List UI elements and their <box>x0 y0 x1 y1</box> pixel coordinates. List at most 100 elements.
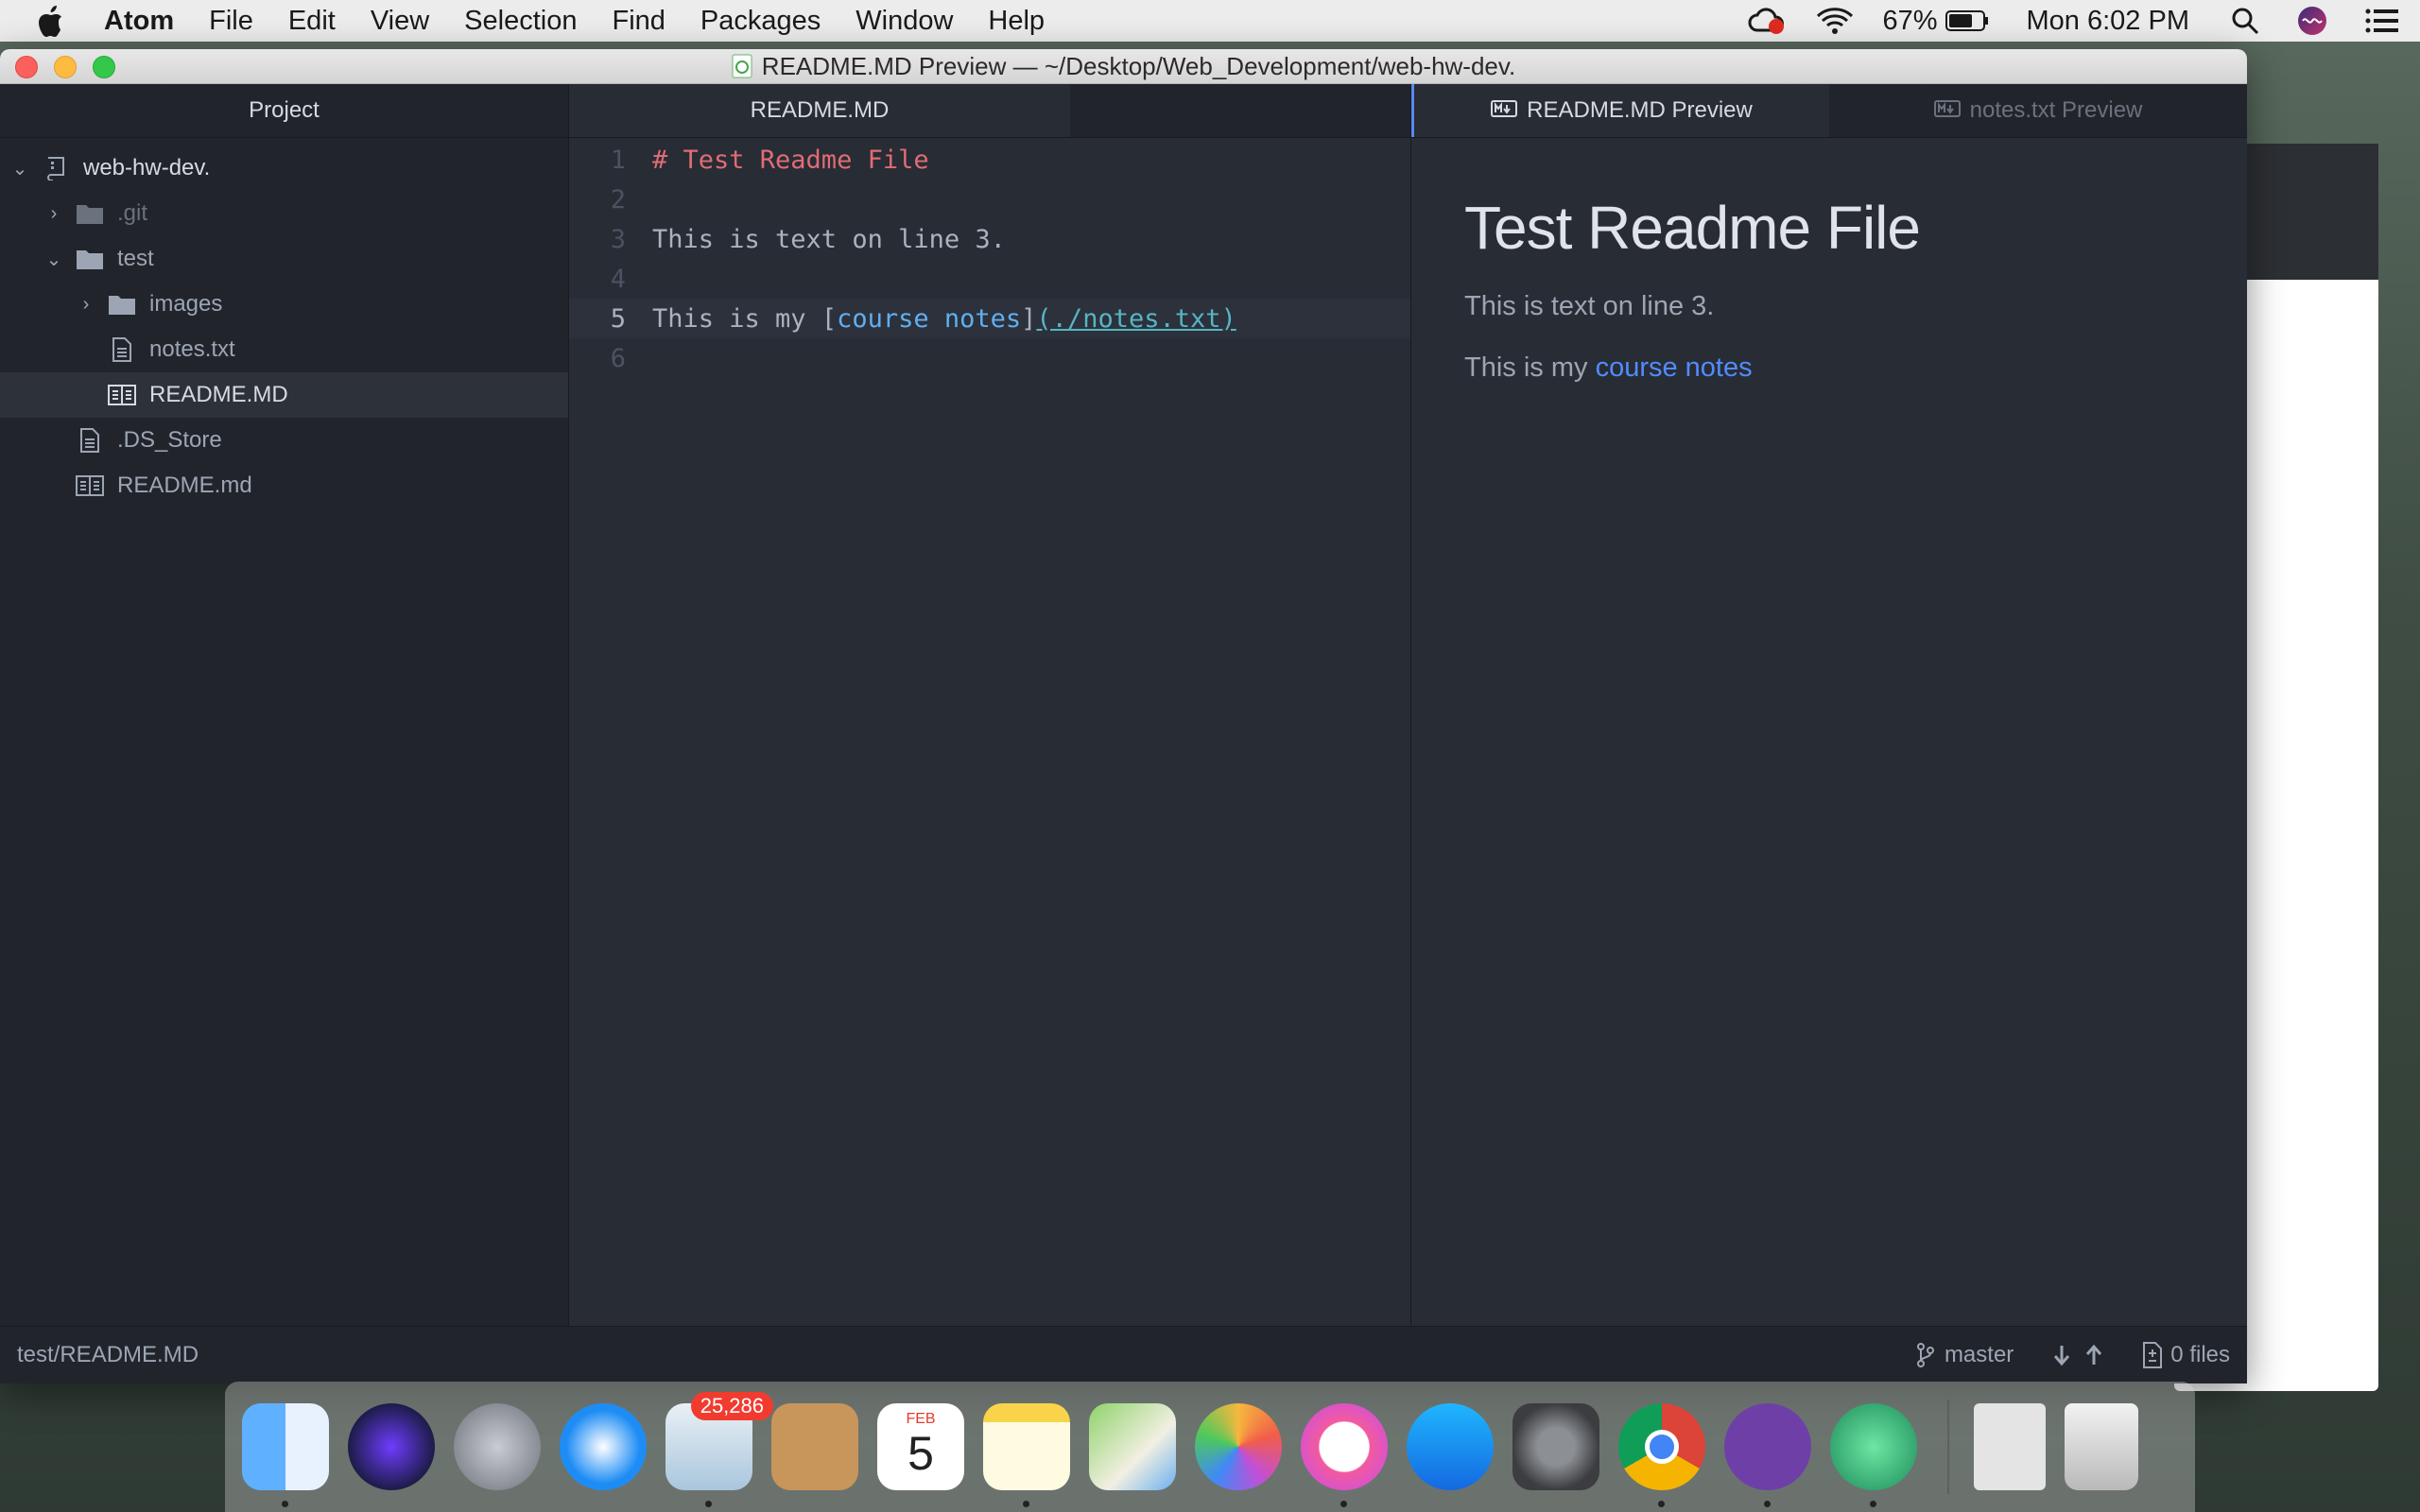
menu-bar: Atom File Edit View Selection Find Packa… <box>0 0 2420 42</box>
code-editor[interactable]: 1 # Test Readme File 2 3 This is text on… <box>569 138 1410 378</box>
tree-item-readme-selected[interactable]: README.MD <box>0 372 568 418</box>
folder-icon <box>76 201 104 226</box>
chevron-right-icon: › <box>50 202 58 224</box>
atom-icon[interactable] <box>1830 1403 1917 1507</box>
maps-icon[interactable] <box>1089 1403 1176 1490</box>
markdown-icon <box>1933 97 1961 124</box>
tree-item-images-folder[interactable]: › images <box>0 282 568 327</box>
tree-root-folder[interactable]: ⌄ web-hw-dev. <box>0 146 568 191</box>
menu-view[interactable]: View <box>371 6 429 37</box>
safari-icon[interactable] <box>560 1403 647 1490</box>
menu-app-name[interactable]: Atom <box>104 6 174 37</box>
project-tree-view: Project ⌄ web-hw-dev. › .git ⌄ test › im… <box>0 84 569 1327</box>
tree-item-label: .DS_Store <box>117 427 222 453</box>
git-fetch-pull-icon[interactable] <box>2051 1344 2072 1366</box>
markdown-icon <box>1491 97 1518 124</box>
code-bracket: [ <box>821 303 838 334</box>
spotlight-search-icon[interactable] <box>2231 7 2259 35</box>
github-desktop-icon[interactable] <box>1724 1403 1811 1507</box>
photos-icon[interactable] <box>1195 1403 1282 1490</box>
menu-find[interactable]: Find <box>612 6 665 37</box>
git-branch-label: master <box>1944 1342 2014 1367</box>
itunes-icon[interactable] <box>1301 1403 1388 1507</box>
running-indicator <box>1764 1501 1771 1507</box>
code-text: # Test Readme File <box>652 145 929 175</box>
menubar-clock[interactable]: Mon 6:02 PM <box>2027 6 2189 37</box>
folder-icon <box>76 247 104 271</box>
folder-icon <box>108 292 136 317</box>
code-line[interactable]: 1 # Test Readme File <box>569 140 1410 180</box>
downloads-stack-icon[interactable] <box>1974 1403 2046 1490</box>
tree-item-ds-store-file[interactable]: .DS_Store <box>0 418 568 463</box>
menu-selection[interactable]: Selection <box>464 6 577 37</box>
book-file-icon <box>108 383 136 407</box>
apple-menu-icon[interactable] <box>36 5 78 37</box>
tree-item-notes-file[interactable]: notes.txt <box>0 327 568 372</box>
editor-pane: README.MD 1 # Test Readme File 2 3 This … <box>569 84 1411 1327</box>
code-line[interactable]: 2 <box>569 180 1410 219</box>
tab-label: README.MD Preview <box>1527 97 1753 123</box>
tree-item-label: images <box>149 291 223 317</box>
creative-cloud-icon[interactable] <box>1748 6 1788 36</box>
chevron-right-icon: › <box>82 293 90 315</box>
tree-item-test-folder[interactable]: ⌄ test <box>0 236 568 282</box>
app-store-icon[interactable] <box>1407 1403 1494 1490</box>
line-number: 1 <box>610 145 626 175</box>
menu-edit[interactable]: Edit <box>288 6 336 37</box>
contacts-icon[interactable] <box>771 1403 858 1490</box>
tab-readme-preview[interactable]: README.MD Preview <box>1411 84 1829 137</box>
window-titlebar: README.MD Preview — ~/Desktop/Web_Develo… <box>0 49 2247 84</box>
status-right: master 0 files <box>1893 1342 2230 1368</box>
code-line[interactable]: 4 <box>569 259 1410 299</box>
minimize-window-button[interactable] <box>54 56 77 78</box>
chrome-icon[interactable] <box>1618 1403 1705 1507</box>
tree-view-header: Project <box>0 84 568 138</box>
chrome-center <box>1645 1430 1679 1464</box>
zoom-window-button[interactable] <box>93 56 115 78</box>
running-indicator <box>1340 1501 1347 1507</box>
running-indicator <box>1023 1501 1029 1507</box>
atom-window: README.MD Preview — ~/Desktop/Web_Develo… <box>0 49 2247 1383</box>
git-push-icon[interactable] <box>2083 1344 2104 1366</box>
notification-center-icon[interactable] <box>2365 8 2399 34</box>
siri-icon[interactable] <box>2297 6 2327 36</box>
dock-separator <box>1947 1400 1949 1494</box>
tree-item-git[interactable]: › .git <box>0 191 568 236</box>
trash-icon[interactable] <box>2065 1403 2138 1490</box>
status-file-path[interactable]: test/README.MD <box>17 1342 199 1368</box>
menu-window[interactable]: Window <box>856 6 953 37</box>
course-notes-link[interactable]: course notes <box>1596 352 1753 383</box>
document-proxy-icon[interactable] <box>732 54 752 78</box>
preview-paragraph-link: This is my course notes <box>1464 352 2194 384</box>
code-text: This is text on line 3. <box>652 224 1006 254</box>
tab-label: README.MD <box>750 97 890 123</box>
battery-percent[interactable]: 67% <box>1882 6 1937 37</box>
tab-notes-preview[interactable]: notes.txt Preview <box>1829 84 2247 137</box>
launchpad-icon[interactable] <box>454 1403 541 1490</box>
menu-help[interactable]: Help <box>988 6 1045 37</box>
close-window-button[interactable] <box>15 56 38 78</box>
tab-readme-md[interactable]: README.MD <box>569 84 1070 137</box>
wifi-icon[interactable] <box>1816 7 1854 35</box>
battery-icon[interactable] <box>1945 9 1989 32</box>
siri-dock-icon[interactable] <box>348 1403 435 1490</box>
menu-file[interactable]: File <box>209 6 253 37</box>
notes-icon[interactable] <box>983 1403 1070 1507</box>
code-line[interactable]: 6 <box>569 338 1410 378</box>
mail-icon[interactable]: 25,286 <box>666 1392 773 1507</box>
github-files-indicator[interactable]: 0 files <box>2142 1342 2230 1368</box>
line-number: 3 <box>610 224 626 254</box>
code-line-current[interactable]: 5 This is my [course notes] (./notes.txt) <box>569 299 1410 338</box>
line-number: 6 <box>610 343 626 373</box>
preview-content: Test Readme File This is text on line 3.… <box>1411 138 2247 469</box>
finder-icon[interactable] <box>242 1403 329 1507</box>
diff-icon <box>2143 1342 2163 1368</box>
calendar-icon[interactable]: FEB 5 <box>877 1403 964 1490</box>
system-preferences-icon[interactable] <box>1512 1403 1599 1490</box>
git-branch[interactable]: master <box>1916 1342 2014 1368</box>
menu-packages[interactable]: Packages <box>700 6 821 37</box>
tree-item-readme-root-file[interactable]: README.md <box>0 463 568 508</box>
code-line[interactable]: 3 This is text on line 3. <box>569 219 1410 259</box>
menubar-status-area: 67% Mon 6:02 PM <box>1748 0 2420 42</box>
preview-text: This is my <box>1464 352 1596 383</box>
